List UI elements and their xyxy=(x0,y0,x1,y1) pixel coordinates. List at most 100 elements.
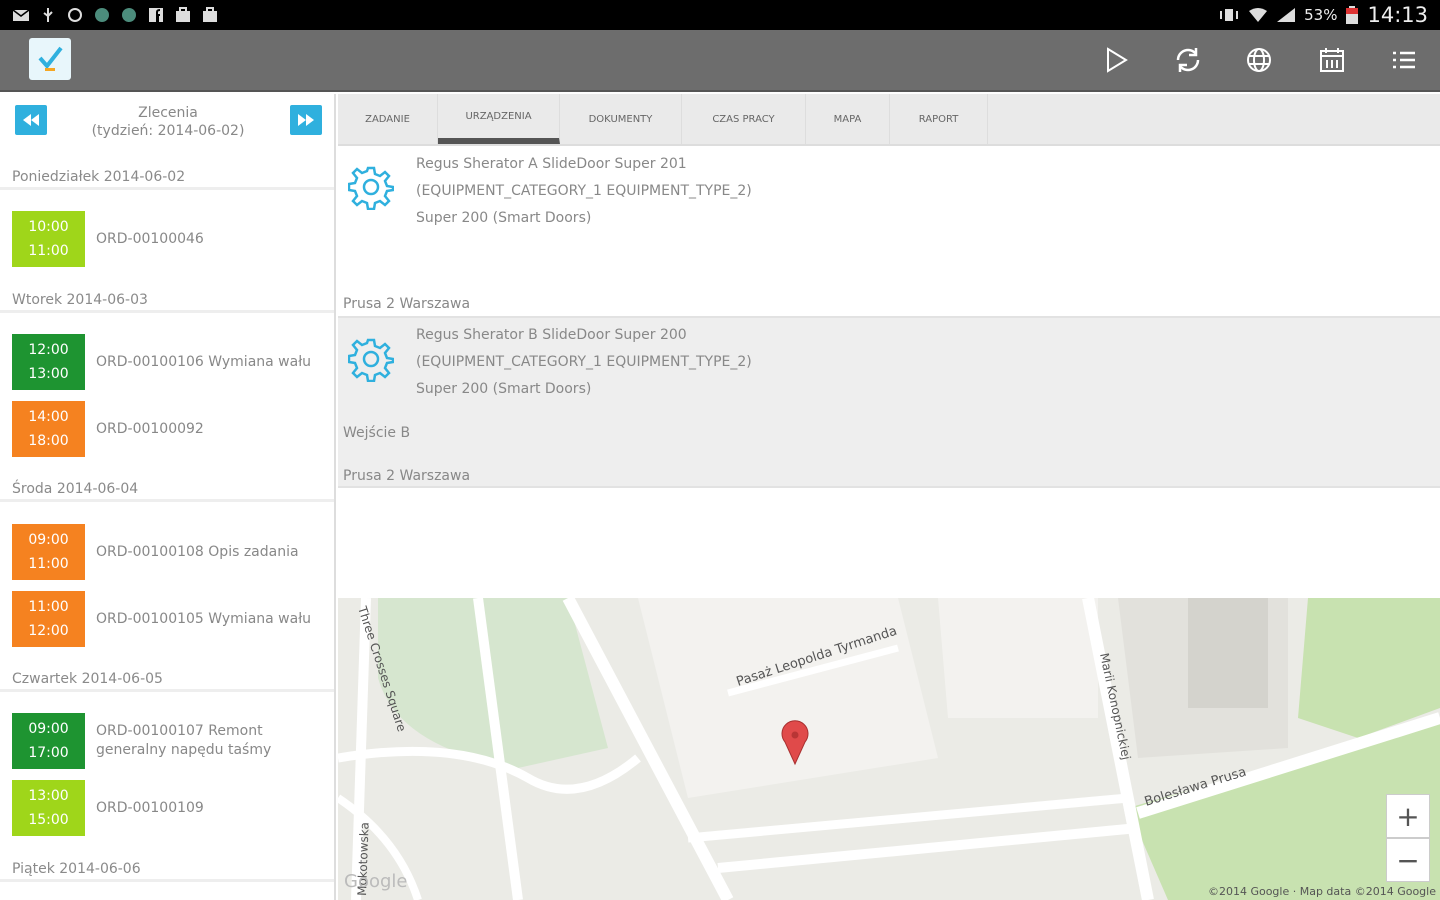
previous-week-button[interactable] xyxy=(15,105,47,135)
order-start-time: 09:00 xyxy=(28,532,69,548)
wifi-icon xyxy=(1249,8,1268,22)
app-logo[interactable] xyxy=(29,38,71,80)
order-label: ORD-00100105 Wymiana wału xyxy=(96,610,312,627)
day-header: Wtorek 2014-06-03 xyxy=(0,287,334,313)
order-label: ORD-00100092 xyxy=(96,420,204,437)
equipment-name: Regus Sherator B SlideDoor Super 200 xyxy=(416,327,687,343)
order-start-time: 14:00 xyxy=(28,409,69,425)
equipment-address: Prusa 2 Warszawa xyxy=(343,468,471,484)
order-label: ORD-00100106 Wymiana wału xyxy=(96,353,312,370)
mail-icon xyxy=(12,9,30,21)
refresh-icon xyxy=(1176,48,1200,72)
equipment-item[interactable]: Regus Sherator A SlideDoor Super 201 (EQ… xyxy=(338,146,1440,318)
order-item[interactable]: 13:00 15:00 ORD-00100109 xyxy=(12,780,332,836)
action-bar xyxy=(0,30,1440,92)
order-start-time: 10:00 xyxy=(28,219,69,235)
order-label: ORD-00100107 Remont generalny napędu taś… xyxy=(96,723,272,758)
equipment-model: Super 200 (Smart Doors) xyxy=(416,381,592,397)
building xyxy=(1188,598,1268,708)
next-week-button[interactable] xyxy=(290,105,322,135)
map-attribution: ©2014 Google · Map data ©2014 Google xyxy=(1207,885,1436,898)
globe-button[interactable] xyxy=(1241,42,1277,78)
calendar-button[interactable] xyxy=(1314,42,1350,78)
tab-czas-pracy[interactable]: CZAS PRACY xyxy=(682,94,806,144)
equipment-location: Wejście B xyxy=(343,425,411,441)
order-end-time: 13:00 xyxy=(28,366,69,382)
battery-icon xyxy=(1346,6,1359,24)
order-item[interactable]: 09:00 11:00 ORD-00100108 Opis zadania xyxy=(12,524,332,580)
orders-week-panel: Zlecenia (tydzień: 2014-06-02) Poniedzia… xyxy=(0,94,336,900)
briefcase-icon xyxy=(203,7,217,22)
order-time-box: 11:00 12:00 xyxy=(12,591,85,647)
clock: 14:13 xyxy=(1367,3,1428,27)
briefcase-icon xyxy=(176,7,190,22)
app-icon xyxy=(122,8,136,22)
equipment-model: Super 200 (Smart Doors) xyxy=(416,210,592,226)
orders-title: Zlecenia xyxy=(138,105,198,121)
map-view[interactable]: Pasaż Leopolda Tyrmanda Three Crosses Sq… xyxy=(338,598,1440,900)
order-item[interactable]: 12:00 13:00 ORD-00100106 Wymiana wału xyxy=(12,334,332,390)
day-header: Czwartek 2014-06-05 xyxy=(0,666,334,692)
order-start-time: 12:00 xyxy=(28,342,69,358)
order-label: ORD-00100108 Opis zadania xyxy=(96,543,299,560)
order-item[interactable]: 09:00 17:00 ORD-00100107 Remont generaln… xyxy=(12,713,332,769)
equipment-category: (EQUIPMENT_CATEGORY_1 EQUIPMENT_TYPE_2) xyxy=(416,354,752,370)
building xyxy=(938,598,1098,718)
gear-icon xyxy=(348,166,394,210)
order-end-time: 17:00 xyxy=(28,745,69,761)
vibrate-icon xyxy=(1220,9,1239,21)
play-button[interactable] xyxy=(1098,42,1134,78)
zoom-out-button[interactable]: − xyxy=(1386,838,1430,882)
map-canvas: Pasaż Leopolda Tyrmanda Three Crosses Sq… xyxy=(338,598,1440,900)
refresh-button[interactable] xyxy=(1170,42,1206,78)
order-end-time: 15:00 xyxy=(28,812,69,828)
order-time-box: 12:00 13:00 xyxy=(12,334,85,390)
equipment-item[interactable]: Regus Sherator B SlideDoor Super 200 (EQ… xyxy=(338,318,1440,488)
detail-tabs: ZADANIE URZĄDZENIA DOKUMENTY CZAS PRACY … xyxy=(338,94,1440,146)
tab-raport[interactable]: RAPORT xyxy=(890,94,988,144)
app-icon xyxy=(95,8,109,22)
equipment-category: (EQUIPMENT_CATEGORY_1 EQUIPMENT_TYPE_2) xyxy=(416,183,752,199)
list-button[interactable] xyxy=(1386,42,1422,78)
google-logo: Google xyxy=(344,871,408,892)
order-item[interactable]: 10:00 11:00 ORD-00100046 xyxy=(12,211,332,267)
rewind-icon xyxy=(23,114,39,126)
tab-mapa[interactable]: MAPA xyxy=(806,94,890,144)
usb-icon xyxy=(43,8,53,22)
battery-percent: 53% xyxy=(1304,6,1338,24)
tab-dokumenty[interactable]: DOKUMENTY xyxy=(560,94,682,144)
order-time-box: 10:00 11:00 xyxy=(12,211,85,267)
notification-icons xyxy=(0,7,219,23)
checkmark-logo-icon xyxy=(38,46,63,71)
equipment-address: Prusa 2 Warszawa xyxy=(343,296,471,312)
list-icon xyxy=(1393,51,1415,69)
equipment-name: Regus Sherator A SlideDoor Super 201 xyxy=(416,156,687,172)
zoom-in-button[interactable]: + xyxy=(1386,794,1430,838)
globe-icon xyxy=(1247,48,1271,72)
order-end-time: 18:00 xyxy=(28,433,69,449)
order-label: ORD-00100046 xyxy=(96,230,204,247)
order-start-time: 13:00 xyxy=(28,788,69,804)
signal-icon xyxy=(1277,8,1296,22)
order-start-time: 09:00 xyxy=(28,721,69,737)
tab-zadanie[interactable]: ZADANIE xyxy=(338,94,438,144)
week-subtitle: (tydzień: 2014-06-02) xyxy=(91,123,245,139)
order-item[interactable]: 11:00 12:00 ORD-00100105 Wymiana wału xyxy=(12,591,332,647)
day-header: Środa 2014-06-04 xyxy=(0,476,334,502)
day-header: Poniedziałek 2014-06-02 xyxy=(0,164,334,190)
gear-icon xyxy=(348,338,394,382)
order-time-box: 13:00 15:00 xyxy=(12,780,85,836)
order-time-box: 09:00 17:00 xyxy=(12,713,85,769)
order-start-time: 11:00 xyxy=(28,599,69,615)
order-item[interactable]: 14:00 18:00 ORD-00100092 xyxy=(12,401,332,457)
status-bar: 53% 14:13 xyxy=(0,0,1440,30)
calendar-icon xyxy=(1320,48,1344,72)
order-time-box: 09:00 11:00 xyxy=(12,524,85,580)
system-indicators: 53% 14:13 xyxy=(1218,0,1428,30)
facebook-icon xyxy=(149,8,163,22)
order-label: ORD-00100109 xyxy=(96,799,204,816)
day-header: Piątek 2014-06-06 xyxy=(0,856,334,882)
play-icon xyxy=(1107,47,1128,73)
tab-urzadzenia[interactable]: URZĄDZENIA xyxy=(438,94,560,144)
sync-icon xyxy=(68,8,82,22)
